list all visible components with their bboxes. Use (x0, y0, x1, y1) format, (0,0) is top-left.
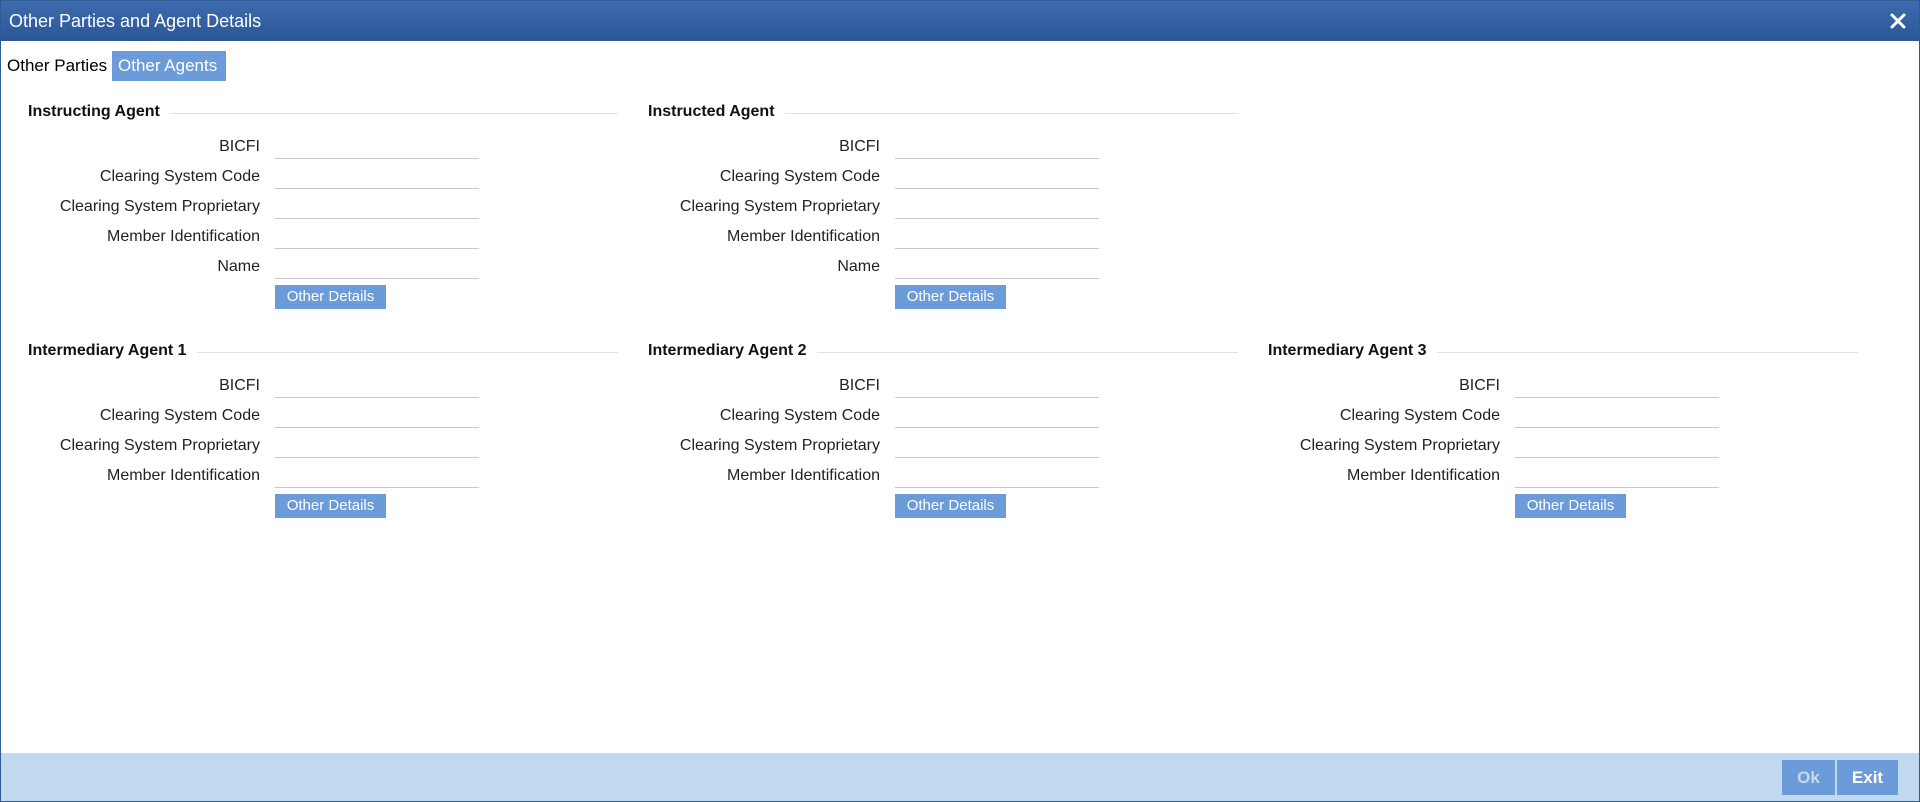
label-clearing-system-code: Clearing System Code (1339, 407, 1500, 424)
footer-bar: Ok Exit (1, 753, 1919, 801)
row-bicfi: BICFI (1268, 370, 1728, 400)
instructed-agent-name-input[interactable] (895, 251, 1099, 279)
label-member-identification: Member Identification (107, 228, 260, 245)
section-title: Intermediary Agent 3 (1268, 341, 1437, 361)
row-clearing-system-code: Clearing System Code (1268, 400, 1728, 430)
section-title: Instructed Agent (648, 102, 785, 122)
instructed-agent-other-details-button[interactable]: Other Details (895, 285, 1006, 309)
row-clearing-system-proprietary: Clearing System Proprietary (648, 191, 1108, 221)
ok-button[interactable]: Ok (1782, 760, 1835, 795)
row-bicfi: BICFI (28, 370, 488, 400)
close-icon-glyph (1890, 13, 1906, 29)
title-bar: Other Parties and Agent Details (1, 1, 1919, 41)
row-clearing-system-code: Clearing System Code (28, 161, 488, 191)
instructed-agent-clearing-system-proprietary-input[interactable] (895, 191, 1099, 219)
label-clearing-system-proprietary: Clearing System Proprietary (59, 198, 260, 215)
label-bicfi: BICFI (219, 377, 260, 394)
intermediary-agent-1-other-details-button[interactable]: Other Details (275, 494, 386, 518)
intermediary-agent-2-member-identification-input[interactable] (895, 460, 1099, 488)
instructing-agent-bicfi-input[interactable] (275, 131, 479, 159)
label-clearing-system-proprietary: Clearing System Proprietary (59, 437, 260, 454)
label-clearing-system-proprietary: Clearing System Proprietary (1299, 437, 1500, 454)
label-bicfi: BICFI (839, 138, 880, 155)
label-name: Name (217, 258, 260, 275)
tab-other-parties[interactable]: Other Parties (1, 51, 111, 81)
label-name: Name (837, 258, 880, 275)
label-clearing-system-code: Clearing System Code (719, 168, 880, 185)
row-clearing-system-proprietary: Clearing System Proprietary (28, 191, 488, 221)
instructed-agent-bicfi-input[interactable] (895, 131, 1099, 159)
label-member-identification: Member Identification (1347, 467, 1500, 484)
row-name: Name (648, 251, 1108, 281)
label-clearing-system-proprietary: Clearing System Proprietary (679, 437, 880, 454)
dialog-title: Other Parties and Agent Details (9, 11, 262, 31)
instructed-agent-member-identification-input[interactable] (895, 221, 1099, 249)
row-member-identification: Member Identification (1268, 460, 1728, 490)
intermediary-agent-1-member-identification-input[interactable] (275, 460, 479, 488)
row-clearing-system-code: Clearing System Code (28, 400, 488, 430)
row-clearing-system-proprietary: Clearing System Proprietary (648, 430, 1108, 460)
label-clearing-system-code: Clearing System Code (99, 407, 260, 424)
instructing-agent-member-identification-input[interactable] (275, 221, 479, 249)
intermediary-agent-3-bicfi-input[interactable] (1515, 370, 1719, 398)
section-instructing-agent: Instructing Agent BICFI Clearing System … (28, 102, 645, 312)
row-clearing-system-code: Clearing System Code (648, 161, 1108, 191)
row-member-identification: Member Identification (648, 221, 1108, 251)
row-bicfi: BICFI (648, 370, 1108, 400)
dialog-window: Other Parties and Agent Details Other Pa… (0, 0, 1920, 802)
row-clearing-system-code: Clearing System Code (648, 400, 1108, 430)
instructing-agent-clearing-system-code-input[interactable] (275, 161, 479, 189)
intermediary-agent-3-clearing-system-code-input[interactable] (1515, 400, 1719, 428)
intermediary-agent-2-clearing-system-code-input[interactable] (895, 400, 1099, 428)
label-clearing-system-proprietary: Clearing System Proprietary (679, 198, 880, 215)
label-member-identification: Member Identification (727, 467, 880, 484)
section-intermediary-agent-3: Intermediary Agent 3 BICFI Clearing Syst… (1268, 341, 1885, 521)
intermediary-agent-3-member-identification-input[interactable] (1515, 460, 1719, 488)
intermediary-agent-1-bicfi-input[interactable] (275, 370, 479, 398)
intermediary-agent-3-clearing-system-proprietary-input[interactable] (1515, 430, 1719, 458)
close-icon[interactable] (1887, 10, 1909, 32)
tab-other-agents[interactable]: Other Agents (112, 51, 226, 81)
intermediary-agent-2-other-details-button[interactable]: Other Details (895, 494, 1006, 518)
row-bicfi: BICFI (648, 131, 1108, 161)
row-name: Name (28, 251, 488, 281)
row-member-identification: Member Identification (28, 460, 488, 490)
section-title: Instructing Agent (28, 102, 170, 122)
instructing-agent-other-details-button[interactable]: Other Details (275, 285, 386, 309)
section-title: Intermediary Agent 2 (648, 341, 817, 361)
label-member-identification: Member Identification (727, 228, 880, 245)
row-clearing-system-proprietary: Clearing System Proprietary (1268, 430, 1728, 460)
instructed-agent-clearing-system-code-input[interactable] (895, 161, 1099, 189)
intermediary-agent-3-other-details-button[interactable]: Other Details (1515, 494, 1626, 518)
instructing-agent-name-input[interactable] (275, 251, 479, 279)
section-intermediary-agent-2: Intermediary Agent 2 BICFI Clearing Syst… (648, 341, 1265, 521)
intermediary-agent-1-clearing-system-code-input[interactable] (275, 400, 479, 428)
label-bicfi: BICFI (219, 138, 260, 155)
label-bicfi: BICFI (1459, 377, 1500, 394)
section-title: Intermediary Agent 1 (28, 341, 197, 361)
exit-button[interactable]: Exit (1837, 760, 1898, 795)
row-clearing-system-proprietary: Clearing System Proprietary (28, 430, 488, 460)
row-bicfi: BICFI (28, 131, 488, 161)
section-intermediary-agent-1: Intermediary Agent 1 BICFI Clearing Syst… (28, 341, 645, 521)
instructing-agent-clearing-system-proprietary-input[interactable] (275, 191, 479, 219)
label-clearing-system-code: Clearing System Code (99, 168, 260, 185)
section-instructed-agent: Instructed Agent BICFI Clearing System C… (648, 102, 1265, 312)
label-clearing-system-code: Clearing System Code (719, 407, 880, 424)
row-member-identification: Member Identification (28, 221, 488, 251)
intermediary-agent-2-bicfi-input[interactable] (895, 370, 1099, 398)
row-member-identification: Member Identification (648, 460, 1108, 490)
label-member-identification: Member Identification (107, 467, 260, 484)
intermediary-agent-1-clearing-system-proprietary-input[interactable] (275, 430, 479, 458)
intermediary-agent-2-clearing-system-proprietary-input[interactable] (895, 430, 1099, 458)
label-bicfi: BICFI (839, 377, 880, 394)
